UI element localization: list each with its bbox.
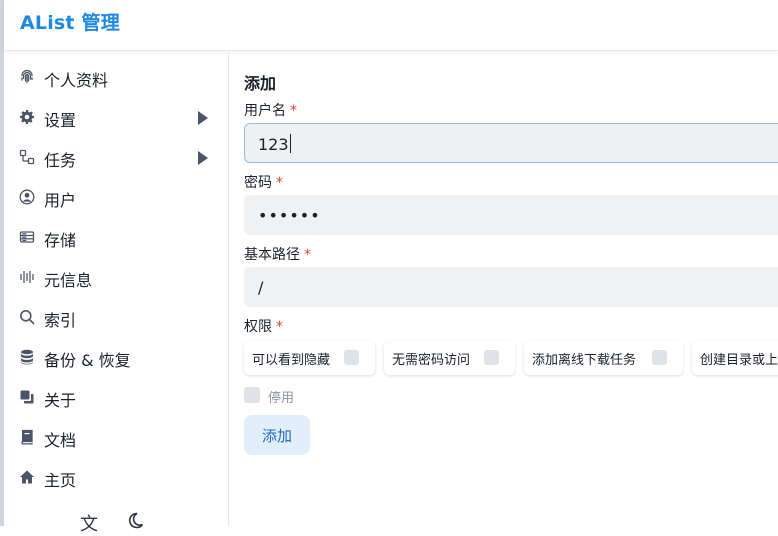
sidebar-item-label: 主页 <box>44 471 77 490</box>
chevron-right-icon[interactable] <box>198 151 208 165</box>
permission-offline-download[interactable]: 添加离线下载任务 <box>524 341 683 375</box>
sidebar-item-label: 文档 <box>44 431 77 450</box>
sidebar-item-backup-restore[interactable]: 备份 & 恢复 <box>4 337 228 377</box>
sidebar-item-docs[interactable]: 文档 <box>4 417 228 457</box>
sidebar-item-label: 关于 <box>44 391 77 410</box>
user-circle-icon <box>19 189 35 205</box>
book-icon <box>19 429 35 445</box>
sidebar-item-label: 备份 & 恢复 <box>44 351 131 370</box>
app-title[interactable]: AList 管理 <box>20 8 120 35</box>
language-icon[interactable]: 文 <box>80 510 98 536</box>
sidebar: 个人资料 设置 任务 用户 存储 元信息 索引 备份 & 恢复 关于 文档 主页… <box>4 52 229 535</box>
sidebar-item-metadata[interactable]: 元信息 <box>4 257 228 297</box>
permissions-label: 权限 * <box>244 319 283 335</box>
sidebar-item-profile[interactable]: 个人资料 <box>4 57 228 97</box>
sidebar-item-label: 个人资料 <box>44 71 109 90</box>
sidebar-item-tasks[interactable]: 任务 <box>4 137 228 177</box>
permission-see-hidden[interactable]: 可以看到隐藏 <box>244 341 375 375</box>
sidebar-item-label: 用户 <box>44 191 77 210</box>
base-path-label: 基本路径 * <box>244 247 311 263</box>
sidebar-item-label: 元信息 <box>44 271 93 290</box>
chevron-right-icon[interactable] <box>198 111 208 125</box>
disable-checkbox[interactable] <box>244 387 260 403</box>
storage-icon <box>19 229 35 245</box>
required-mark: * <box>276 319 283 335</box>
base-path-input[interactable]: / <box>244 267 778 307</box>
add-submit-button[interactable]: 添加 <box>244 415 310 455</box>
sidebar-item-users[interactable]: 用户 <box>4 177 228 217</box>
required-mark: * <box>290 103 297 119</box>
sidebar-footer: 文 <box>80 510 160 535</box>
password-label: 密码 * <box>244 175 283 191</box>
permission-checkbox[interactable] <box>652 350 667 365</box>
sidebar-item-label: 任务 <box>44 151 77 170</box>
sidebar-item-label: 设置 <box>44 111 77 130</box>
home-icon <box>19 469 35 485</box>
metadata-icon <box>19 269 35 285</box>
database-icon <box>19 349 35 365</box>
page-title: 添加 <box>244 74 277 93</box>
sidebar-item-home[interactable]: 主页 <box>4 457 228 497</box>
text-caret <box>289 134 291 153</box>
copy-icon <box>19 389 35 405</box>
top-header: AList 管理 <box>4 0 778 51</box>
sidebar-item-label: 存储 <box>44 231 77 250</box>
disable-label: 停用 <box>268 391 295 406</box>
sidebar-item-about[interactable]: 关于 <box>4 377 228 417</box>
sidebar-item-index[interactable]: 索引 <box>4 297 228 337</box>
gear-icon <box>19 109 35 125</box>
sidebar-item-settings[interactable]: 设置 <box>4 97 228 137</box>
permission-checkbox[interactable] <box>344 350 359 365</box>
sidebar-item-label: 索引 <box>44 311 77 330</box>
permission-checkbox[interactable] <box>484 350 499 365</box>
required-mark: * <box>304 247 311 263</box>
password-input[interactable]: •••••• <box>244 195 778 235</box>
permission-mkdir-upload[interactable]: 创建目录或上传 <box>692 341 778 375</box>
workflow-icon <box>19 149 35 165</box>
main-content: 添加 用户名 * 123 密码 * •••••• 基本路径 * / 权限 * 可以看到隐… <box>229 52 778 526</box>
search-icon <box>19 309 35 325</box>
moon-icon[interactable] <box>126 512 144 530</box>
username-label: 用户名 * <box>244 103 297 119</box>
fingerprint-icon <box>19 69 35 85</box>
required-mark: * <box>276 175 283 191</box>
sidebar-item-storage[interactable]: 存储 <box>4 217 228 257</box>
username-input[interactable]: 123 <box>244 123 778 163</box>
permission-no-password[interactable]: 无需密码访问 <box>384 341 515 375</box>
